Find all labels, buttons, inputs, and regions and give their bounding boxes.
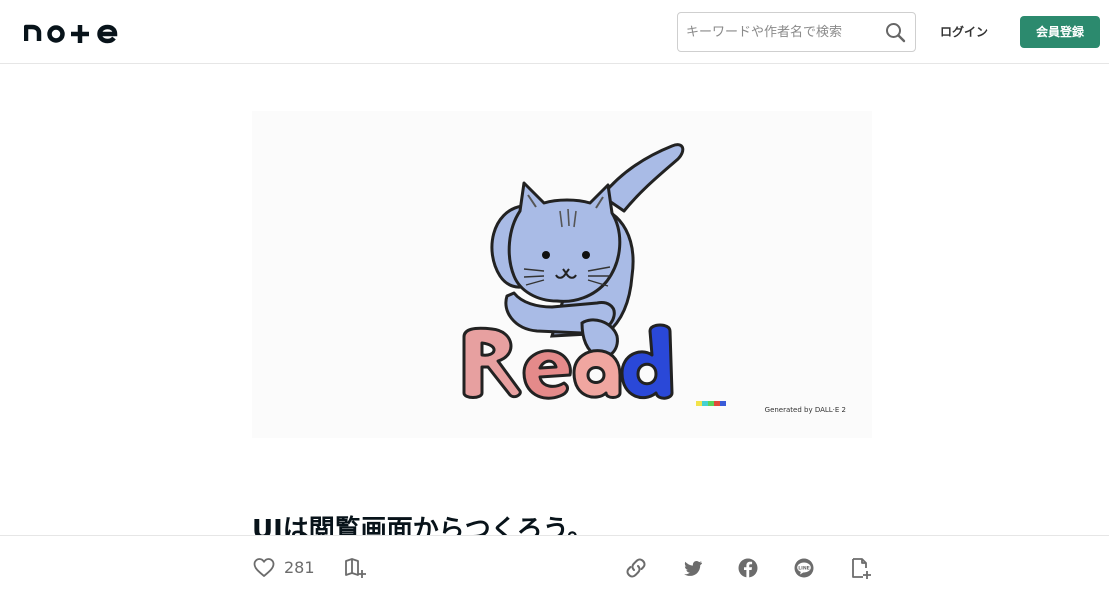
link-icon	[624, 556, 648, 580]
search-icon[interactable]	[885, 22, 906, 43]
facebook-icon	[736, 556, 760, 580]
article-action-bar: 281 LINE	[0, 535, 1109, 600]
magazine-add-icon	[343, 556, 369, 580]
image-caption: Generated by DALL·E 2	[764, 406, 846, 414]
like-button[interactable]	[252, 556, 276, 580]
note-embed-icon	[849, 556, 873, 580]
cat-reading-illustration	[462, 143, 726, 406]
signup-button[interactable]: 会員登録	[1020, 16, 1100, 48]
heart-icon	[252, 556, 276, 580]
svg-text:LINE: LINE	[798, 565, 810, 571]
embed-note-button[interactable]	[849, 556, 873, 580]
search-input[interactable]	[686, 21, 876, 43]
line-icon: LINE	[792, 556, 816, 580]
like-count: 281	[284, 558, 315, 577]
share-line-button[interactable]: LINE	[792, 556, 816, 580]
add-to-magazine-button[interactable]	[343, 556, 369, 580]
login-button[interactable]: ログイン	[930, 22, 998, 42]
header: ログイン 会員登録	[0, 0, 1109, 64]
share-twitter-button[interactable]	[681, 556, 705, 580]
twitter-icon	[681, 556, 705, 580]
note-logo[interactable]	[24, 17, 124, 47]
search-box	[677, 12, 916, 52]
share-facebook-button[interactable]	[736, 556, 760, 580]
copy-link-button[interactable]	[624, 556, 648, 580]
article-hero-image: Generated by DALL·E 2	[252, 111, 872, 438]
